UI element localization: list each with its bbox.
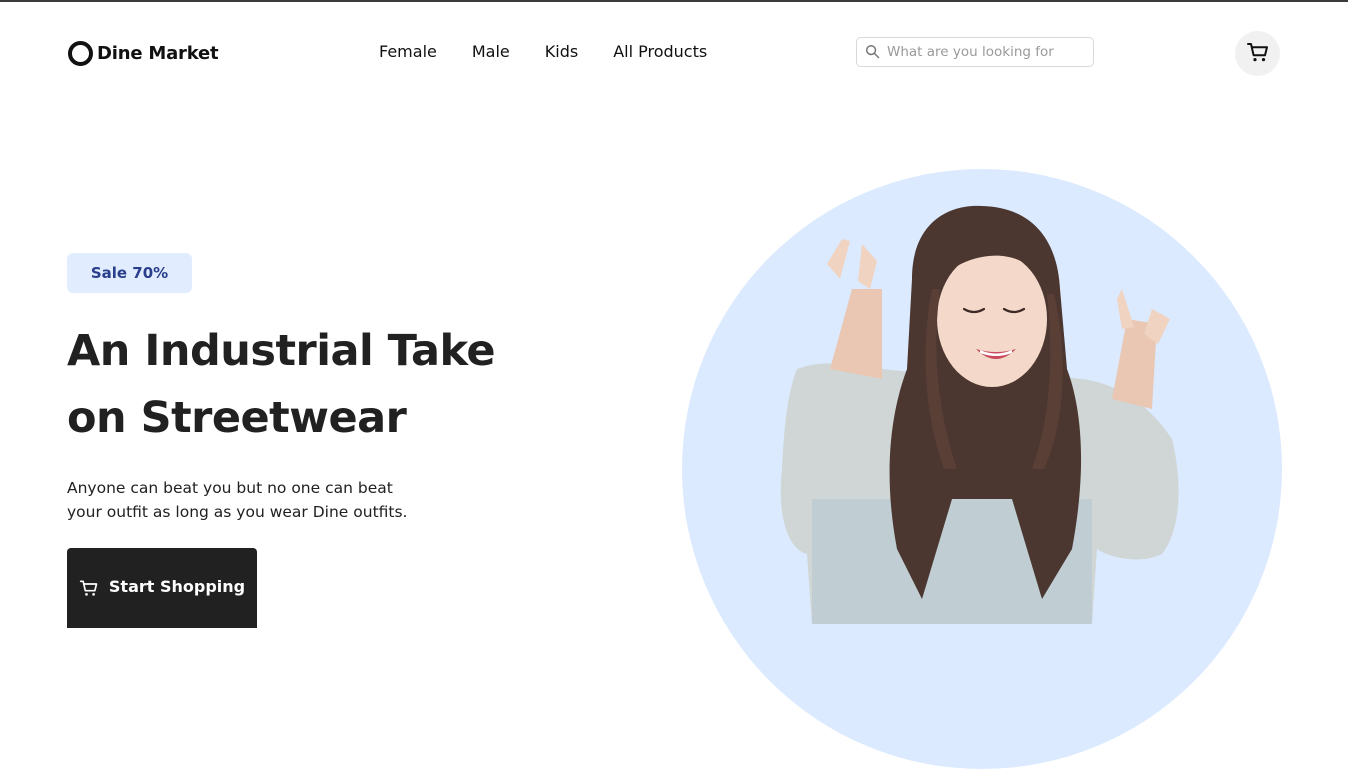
start-shopping-button[interactable]: Start Shopping xyxy=(67,548,257,628)
cart-icon xyxy=(1246,40,1270,68)
nav-item-male[interactable]: Male xyxy=(472,40,510,64)
cart-button[interactable] xyxy=(1235,31,1280,76)
sale-badge: Sale 70% xyxy=(67,253,192,293)
hero-visual xyxy=(682,169,1282,769)
hero-description-line-1: Anyone can beat you but no one can beat xyxy=(67,479,393,497)
hero-title-line-2: on Streetwear xyxy=(67,393,407,443)
hero-title: An Industrial Take on Streetwear xyxy=(67,318,587,452)
main-nav: Female Male Kids All Products xyxy=(379,40,707,64)
hero-model-image xyxy=(780,205,1179,624)
site-header: Dine Market Female Male Kids All Product… xyxy=(0,2,1348,102)
nav-item-female[interactable]: Female xyxy=(379,40,437,64)
brand-name: Dine Market xyxy=(97,42,219,64)
search-input[interactable] xyxy=(887,44,1087,60)
hero-description-line-2: your outfit as long as you wear Dine out… xyxy=(67,503,408,521)
search-box xyxy=(856,37,1094,67)
start-shopping-label: Start Shopping xyxy=(108,577,246,596)
ring-logo-icon xyxy=(68,40,93,66)
brand-logo[interactable]: Dine Market xyxy=(68,40,219,66)
cart-icon xyxy=(79,578,99,598)
search-icon xyxy=(865,44,881,60)
nav-item-kids[interactable]: Kids xyxy=(545,40,578,64)
nav-item-all-products[interactable]: All Products xyxy=(613,40,707,64)
hero-title-line-1: An Industrial Take xyxy=(67,326,496,376)
hero-description: Anyone can beat you but no one can beat … xyxy=(67,476,427,524)
